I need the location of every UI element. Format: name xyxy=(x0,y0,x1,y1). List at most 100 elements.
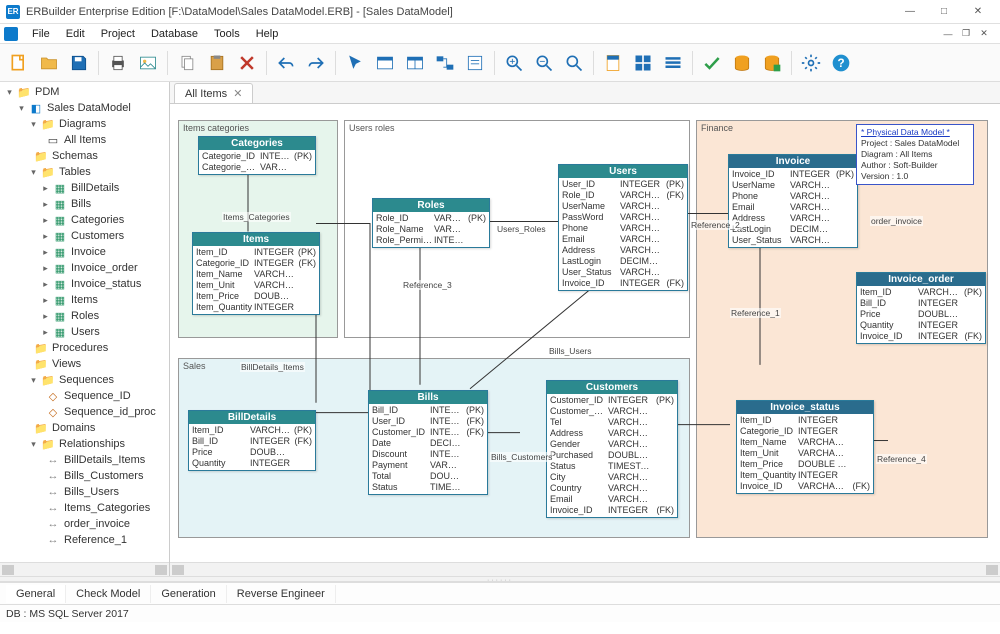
bottom-tab-reverse-engineer[interactable]: Reverse Engineer xyxy=(227,585,336,603)
entity-column: EmailVARCHAR(50) xyxy=(732,202,854,213)
sidebar-scrollbar[interactable] xyxy=(0,562,169,576)
tree-relationship-item[interactable]: ↔Bills_Users xyxy=(2,484,167,500)
zoom-in-button[interactable] xyxy=(501,50,527,76)
tree-table-item[interactable]: ▸▦Invoice_status xyxy=(2,276,167,292)
tree-relationship-item[interactable]: ↔order_invoice xyxy=(2,516,167,532)
tree-domains[interactable]: 📁Domains xyxy=(2,420,167,436)
tree-relationship-item[interactable]: ↔Reference_1 xyxy=(2,532,167,548)
list-button[interactable] xyxy=(660,50,686,76)
generate-db-button[interactable] xyxy=(729,50,755,76)
help-button[interactable]: ? xyxy=(828,50,854,76)
add-note-button[interactable] xyxy=(462,50,488,76)
add-relationship-button[interactable] xyxy=(432,50,458,76)
add-table-button[interactable] xyxy=(372,50,398,76)
document-button[interactable] xyxy=(600,50,626,76)
tab-all-items[interactable]: All Items ✕ xyxy=(174,83,253,103)
tree-table-item[interactable]: ▸▦Bills xyxy=(2,196,167,212)
open-button[interactable] xyxy=(36,50,62,76)
rel-label: Bills_Customers xyxy=(490,452,553,462)
mdi-maximize-button[interactable]: ❐ xyxy=(958,27,974,41)
tree-table-item[interactable]: ▸▦Roles xyxy=(2,308,167,324)
copy-button[interactable] xyxy=(174,50,200,76)
tree-table-item[interactable]: ▸▦BillDetails xyxy=(2,180,167,196)
tree-table-item[interactable]: ▸▦Items xyxy=(2,292,167,308)
entity-users[interactable]: UsersUser_IDINTEGER(PK)Role_IDVARCHAR(5)… xyxy=(558,164,688,291)
menu-database[interactable]: Database xyxy=(143,26,206,42)
entity-bills[interactable]: BillsBill_IDINTEGER(PK)User_IDINTEGER(FK… xyxy=(368,390,488,495)
tree-root[interactable]: ▾📁PDM xyxy=(2,84,167,100)
tree-project[interactable]: ▾◧Sales DataModel xyxy=(2,100,167,116)
entity-column: Categorie_IDINTEGER(PK) xyxy=(202,151,312,162)
print-button[interactable] xyxy=(105,50,131,76)
tree-relationship-item[interactable]: ↔Bills_Customers xyxy=(2,468,167,484)
tree-relationship-item[interactable]: ↔Items_Categories xyxy=(2,500,167,516)
region-label: Finance xyxy=(701,123,733,133)
zoom-fit-button[interactable] xyxy=(561,50,587,76)
settings-button[interactable] xyxy=(798,50,824,76)
table-icon: ▦ xyxy=(53,182,67,194)
tree-all-items[interactable]: ▭All Items xyxy=(2,132,167,148)
save-button[interactable] xyxy=(66,50,92,76)
project-tree[interactable]: ▾📁PDM ▾◧Sales DataModel ▾📁Diagrams ▭All … xyxy=(0,82,169,562)
tree-views[interactable]: 📁Views xyxy=(2,356,167,372)
reverse-db-button[interactable] xyxy=(759,50,785,76)
menu-edit[interactable]: Edit xyxy=(58,26,93,42)
tree-tables[interactable]: ▾📁Tables xyxy=(2,164,167,180)
entity-header: Items xyxy=(193,233,319,246)
menu-help[interactable]: Help xyxy=(248,26,287,42)
canvas-scrollbar[interactable] xyxy=(170,562,1000,576)
mdi-close-button[interactable]: ✕ xyxy=(976,27,992,41)
add-view-button[interactable] xyxy=(402,50,428,76)
entity-column: DateDECIMAL(15,4) xyxy=(372,438,484,449)
redo-button[interactable] xyxy=(303,50,329,76)
paste-button[interactable] xyxy=(204,50,230,76)
entity-billdetails[interactable]: BillDetailsItem_IDVARCHAR(5)(PK)Bill_IDI… xyxy=(188,410,316,471)
menu-file[interactable]: File xyxy=(24,26,58,42)
tab-close-button[interactable]: ✕ xyxy=(233,87,242,100)
zoom-out-button[interactable] xyxy=(531,50,557,76)
window-maximize-button[interactable]: □ xyxy=(928,2,960,22)
undo-button[interactable] xyxy=(273,50,299,76)
bottom-tab-general[interactable]: General xyxy=(6,585,66,603)
tree-table-item[interactable]: ▸▦Invoice xyxy=(2,244,167,260)
entity-invoice-order[interactable]: Invoice_orderItem_IDVARCHAR(5)(PK)Bill_I… xyxy=(856,272,986,344)
tree-procedures[interactable]: 📁Procedures xyxy=(2,340,167,356)
window-minimize-button[interactable]: — xyxy=(894,2,926,22)
diagram-info-box[interactable]: * Physical Data Model * Project : Sales … xyxy=(856,124,974,185)
entity-header: Users xyxy=(559,165,687,178)
grid-button[interactable] xyxy=(630,50,656,76)
diagram-icon: ▭ xyxy=(46,134,60,146)
new-project-button[interactable] xyxy=(6,50,32,76)
pointer-tool-button[interactable] xyxy=(342,50,368,76)
tree-sequence-item[interactable]: ◇Sequence_ID xyxy=(2,388,167,404)
tree-relationships[interactable]: ▾📁Relationships xyxy=(2,436,167,452)
entity-column: Item_QuantityINTEGER xyxy=(740,470,870,481)
window-close-button[interactable]: ✕ xyxy=(962,2,994,22)
export-image-button[interactable] xyxy=(135,50,161,76)
bottom-tab-generation[interactable]: Generation xyxy=(151,585,226,603)
tree-schemas[interactable]: 📁Schemas xyxy=(2,148,167,164)
folder-icon: 📁 xyxy=(41,374,55,386)
delete-button[interactable] xyxy=(234,50,260,76)
folder-icon: 📁 xyxy=(41,438,55,450)
tree-diagrams[interactable]: ▾📁Diagrams xyxy=(2,116,167,132)
bottom-tab-check-model[interactable]: Check Model xyxy=(66,585,151,603)
entity-invoice[interactable]: InvoiceInvoice_IDINTEGER(PK)UserNameVARC… xyxy=(728,154,858,248)
entity-items[interactable]: ItemsItem_IDINTEGER(PK)Categorie_IDINTEG… xyxy=(192,232,320,315)
mdi-minimize-button[interactable]: — xyxy=(940,27,956,41)
menu-tools[interactable]: Tools xyxy=(206,26,248,42)
entity-invoice-status[interactable]: Invoice_statusItem_IDINTEGERCategorie_ID… xyxy=(736,400,874,494)
tree-table-item[interactable]: ▸▦Customers xyxy=(2,228,167,244)
menu-project[interactable]: Project xyxy=(93,26,143,42)
diagram-canvas[interactable]: Items categories Users roles Finance Sal… xyxy=(170,104,1000,562)
tree-sequence-item[interactable]: ◇Sequence_id_proc xyxy=(2,404,167,420)
entity-customers[interactable]: CustomersCustomer_IDINTEGER(PK)Customer_… xyxy=(546,380,678,518)
tree-sequences[interactable]: ▾📁Sequences xyxy=(2,372,167,388)
tree-table-item[interactable]: ▸▦Users xyxy=(2,324,167,340)
entity-roles[interactable]: RolesRole_IDVARCHAR(5)(PK)Role_NameVARCH… xyxy=(372,198,490,248)
entity-categories[interactable]: CategoriesCategorie_IDINTEGER(PK)Categor… xyxy=(198,136,316,175)
tree-table-item[interactable]: ▸▦Invoice_order xyxy=(2,260,167,276)
validate-button[interactable] xyxy=(699,50,725,76)
tree-table-item[interactable]: ▸▦Categories xyxy=(2,212,167,228)
tree-relationship-item[interactable]: ↔BillDetails_Items xyxy=(2,452,167,468)
